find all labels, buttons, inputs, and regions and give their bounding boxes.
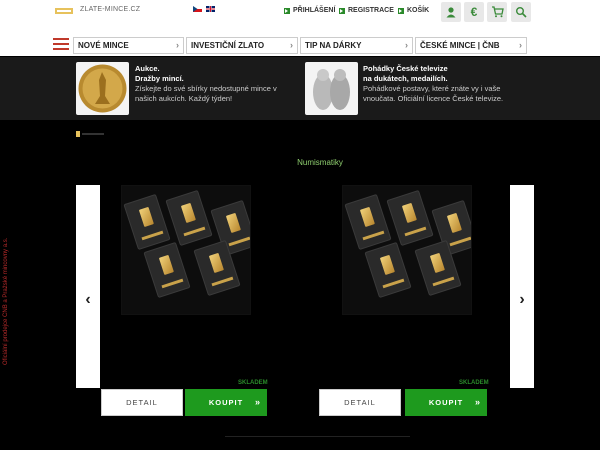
site-name[interactable]: ZLATE-MINCE.CZ bbox=[80, 6, 140, 13]
promo-auction-subtitle: Dražby mincí. bbox=[135, 74, 184, 83]
promo-auction-title: Aukce. bbox=[135, 64, 160, 73]
logo-icon[interactable] bbox=[55, 7, 73, 15]
nav-new-coins[interactable]: NOVÉ MINCE › bbox=[73, 37, 184, 54]
promo-fairytale-text[interactable]: Pohádky České televize na dukátech, meda… bbox=[363, 64, 523, 104]
double-chevron-right-icon: » bbox=[474, 397, 481, 407]
user-icon bbox=[446, 7, 456, 18]
detail-button[interactable]: DETAIL bbox=[101, 389, 183, 416]
nav-gift-tips-label: TIP NA DÁRKY bbox=[305, 41, 362, 50]
buy-button[interactable]: KOUPIT » bbox=[185, 389, 267, 416]
login-link[interactable]: PŘIHLÁŠENÍ bbox=[284, 7, 335, 14]
nav-gift-tips[interactable]: TIP NA DÁRKY › bbox=[300, 37, 413, 54]
search-button[interactable] bbox=[511, 2, 531, 22]
arrow-icon bbox=[284, 7, 290, 14]
chevron-right-icon: › bbox=[519, 40, 522, 50]
detail-button[interactable]: DETAIL bbox=[319, 389, 401, 416]
small-logo-icon[interactable] bbox=[76, 130, 106, 138]
cart-icon bbox=[491, 6, 504, 18]
chevron-right-icon: › bbox=[176, 40, 179, 50]
flag-cz-icon[interactable] bbox=[193, 6, 202, 12]
register-link[interactable]: REGISTRACE bbox=[339, 7, 394, 14]
buy-label: KOUPIT bbox=[208, 398, 244, 407]
nav-investment-gold-label: INVESTIČNÍ ZLATO bbox=[191, 41, 265, 50]
chevron-right-icon: › bbox=[405, 40, 408, 50]
euro-icon: € bbox=[470, 5, 478, 19]
cart-link[interactable]: KOŠÍK bbox=[398, 7, 429, 14]
cart-label: KOŠÍK bbox=[407, 7, 430, 14]
nav-czech-coins[interactable]: ČESKÉ MINCE | ČNB › bbox=[415, 37, 527, 54]
carousel-prev-button[interactable]: ‹ bbox=[76, 285, 100, 315]
login-label: PŘIHLÁŠENÍ bbox=[293, 7, 336, 14]
arrow-icon bbox=[339, 7, 345, 14]
flag-en-icon[interactable] bbox=[206, 6, 215, 12]
promo-fairytale-desc: Pohádkové postavy, které znáte vy i vaše… bbox=[363, 84, 504, 103]
fairytale-medal-image[interactable] bbox=[305, 62, 358, 115]
register-label: REGISTRACE bbox=[348, 7, 394, 14]
promo-auction-text[interactable]: Aukce. Dražby mincí. Získejte do své sbí… bbox=[135, 64, 295, 104]
chevron-right-icon: › bbox=[519, 291, 525, 308]
stock-status: SKLADEM bbox=[238, 380, 268, 386]
menu-hamburger-icon[interactable] bbox=[53, 38, 69, 52]
chevron-right-icon: › bbox=[290, 40, 293, 50]
stock-status: SKLADEM bbox=[459, 380, 489, 386]
footer-divider bbox=[225, 436, 410, 437]
official-seller-side-text: Oficiální prodejce ČNB a Pražské mincovn… bbox=[3, 237, 9, 365]
cart-button[interactable] bbox=[487, 2, 507, 22]
buy-label: KOUPIT bbox=[428, 398, 464, 407]
nav-czech-coins-label: ČESKÉ MINCE | ČNB bbox=[420, 41, 500, 50]
section-title: Numismatiky bbox=[297, 158, 343, 167]
nav-new-coins-label: NOVÉ MINCE bbox=[78, 41, 129, 50]
buy-button[interactable]: KOUPIT » bbox=[405, 389, 487, 416]
product-image[interactable] bbox=[342, 185, 472, 315]
carousel-next-button[interactable]: › bbox=[510, 285, 534, 315]
promo-fairytale-subtitle: na dukátech, medailích. bbox=[363, 74, 448, 83]
top-header: ZLATE-MINCE.CZ PŘIHLÁŠENÍ REGISTRACE KOŠ… bbox=[0, 0, 600, 56]
chevron-left-icon: ‹ bbox=[85, 291, 91, 308]
promo-strip: Aukce. Dražby mincí. Získejte do své sbí… bbox=[0, 57, 600, 120]
double-chevron-right-icon: » bbox=[254, 397, 261, 407]
promo-fairytale-title: Pohádky České televize bbox=[363, 64, 448, 73]
currency-button[interactable]: € bbox=[464, 2, 484, 22]
nav-investment-gold[interactable]: INVESTIČNÍ ZLATO › bbox=[186, 37, 298, 54]
product-image[interactable] bbox=[121, 185, 251, 315]
arrow-icon bbox=[398, 7, 404, 14]
user-button[interactable] bbox=[441, 2, 461, 22]
promo-auction-desc: Získejte do své sbírky nedostupné mince … bbox=[135, 84, 277, 103]
auction-coin-image[interactable] bbox=[76, 62, 129, 115]
search-icon bbox=[516, 7, 527, 18]
